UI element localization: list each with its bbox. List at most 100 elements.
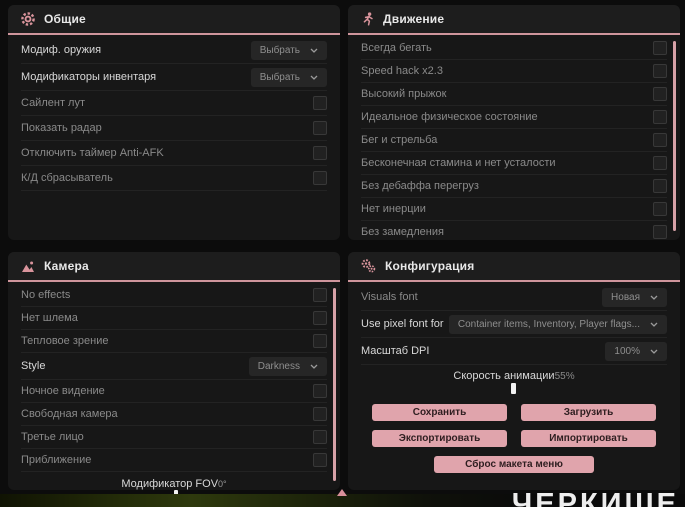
setting-label: Тепловое зрение — [21, 335, 109, 347]
config-buttons-row-1: Сохранить Загрузить — [361, 404, 667, 421]
setting-row-no-slowdown: Без замедления — [361, 221, 667, 243]
panel-general: Общие Модиф. оружия Выбрать Модификаторы… — [8, 5, 340, 240]
setting-row-speed-hack: Speed hack x2.3 — [361, 60, 667, 83]
import-button[interactable]: Импортировать — [521, 430, 656, 447]
anti-afk-checkbox[interactable] — [313, 146, 327, 160]
setting-label: Приближение — [21, 454, 92, 466]
pixel-font-dropdown[interactable]: Container items, Inventory, Player flags… — [448, 314, 667, 334]
setting-row-silent-loot: Сайлент лут — [21, 91, 327, 116]
setting-row-run-and-shoot: Бег и стрельба — [361, 129, 667, 152]
panel-config-rows: Visuals font Новая Use pixel font for Co… — [348, 282, 680, 473]
style-dropdown[interactable]: Darkness — [248, 356, 327, 376]
setting-label: Без замедления — [361, 226, 444, 238]
animation-speed-handle[interactable] — [511, 382, 516, 394]
zoom-checkbox[interactable] — [313, 453, 327, 467]
silent-loot-checkbox[interactable] — [313, 96, 327, 110]
infinite-stamina-checkbox[interactable] — [653, 156, 667, 170]
load-button[interactable]: Загрузить — [521, 404, 656, 421]
setting-label: Ночное видение — [21, 385, 105, 397]
weapon-mod-dropdown[interactable]: Выбрать — [250, 40, 327, 60]
panel-general-rows: Модиф. оружия Выбрать Модификаторы инвен… — [8, 35, 340, 191]
panel-config-header: Конфигурация — [348, 252, 680, 282]
setting-label: Скорость анимации — [453, 370, 555, 382]
setting-label: Отключить таймер Anti-AFK — [21, 147, 164, 159]
no-helmet-checkbox[interactable] — [313, 311, 327, 325]
cursor-icon — [337, 489, 347, 496]
run-and-shoot-checkbox[interactable] — [653, 133, 667, 147]
setting-label: Модификаторы инвентаря — [21, 71, 157, 83]
perfect-condition-checkbox[interactable] — [653, 110, 667, 124]
setting-label: No effects — [21, 289, 71, 301]
setting-row-no-overload: Без дебаффа перегруз — [361, 175, 667, 198]
reset-menu-layout-button[interactable]: Сброс макета меню — [434, 456, 594, 473]
setting-label: Нет шлема — [21, 312, 78, 324]
high-jump-checkbox[interactable] — [653, 87, 667, 101]
setting-row-always-run: Всегда бегать — [361, 37, 667, 60]
save-button[interactable]: Сохранить — [372, 404, 507, 421]
night-vision-checkbox[interactable] — [313, 384, 327, 398]
visuals-font-dropdown[interactable]: Новая — [602, 287, 667, 307]
config-buttons-row-2: Экспортировать Импортировать — [361, 430, 667, 447]
export-button[interactable]: Экспортировать — [372, 430, 507, 447]
setting-row-show-radar: Показать радар — [21, 116, 327, 141]
panel-movement-header: Движение — [348, 5, 680, 35]
inventory-mods-dropdown[interactable]: Выбрать — [250, 67, 327, 87]
watermark-text: ЧЕРКИШЕ — [511, 488, 679, 507]
setting-row-infinite-stamina: Бесконечная стамина и нет усталости — [361, 152, 667, 175]
thermal-vision-checkbox[interactable] — [313, 334, 327, 348]
panel-camera-rows: No effects Нет шлема Тепловое зрение Sty… — [8, 282, 340, 502]
movement-scrollbar[interactable] — [673, 41, 676, 231]
panel-movement: Движение Всегда бегать Speed hack x2.3 В… — [348, 5, 680, 240]
setting-row-pixel-font: Use pixel font for Container items, Inve… — [361, 311, 667, 338]
camera-scrollbar[interactable] — [333, 288, 336, 481]
setting-row-free-camera: Свободная камера — [21, 403, 327, 426]
image-icon — [21, 260, 35, 273]
setting-label: Use pixel font for — [361, 318, 444, 330]
panel-movement-rows: Всегда бегать Speed hack x2.3 Высокий пр… — [348, 35, 680, 243]
no-inertia-checkbox[interactable] — [653, 202, 667, 216]
chevron-down-icon — [650, 322, 658, 327]
setting-label: Высокий прыжок — [361, 88, 447, 100]
setting-label: Модиф. оружия — [21, 44, 102, 56]
no-slowdown-checkbox[interactable] — [653, 225, 667, 239]
setting-row-zoom: Приближение — [21, 449, 327, 472]
setting-label: Сайлент лут — [21, 97, 85, 109]
setting-row-high-jump: Высокий прыжок — [361, 83, 667, 106]
setting-row-style: Style Darkness — [21, 353, 327, 380]
animation-speed-value: 55% — [554, 370, 575, 382]
panel-config: Конфигурация Visuals font Новая Use pixe… — [348, 252, 680, 490]
no-overload-checkbox[interactable] — [653, 179, 667, 193]
free-camera-checkbox[interactable] — [313, 407, 327, 421]
third-person-checkbox[interactable] — [313, 430, 327, 444]
panel-title: Камера — [44, 259, 89, 273]
setting-label: Нет инерции — [361, 203, 426, 215]
always-run-checkbox[interactable] — [653, 41, 667, 55]
show-radar-checkbox[interactable] — [313, 121, 327, 135]
setting-row-no-helmet: Нет шлема — [21, 307, 327, 330]
chevron-down-icon — [310, 75, 318, 80]
no-effects-checkbox[interactable] — [313, 288, 327, 302]
panel-camera: Камера No effects Нет шлема Тепловое зре… — [8, 252, 340, 500]
config-buttons-row-3: Сброс макета меню — [361, 456, 667, 473]
setting-label: Без дебаффа перегруз — [361, 180, 479, 192]
setting-label: Всегда бегать — [361, 42, 432, 54]
speed-hack-checkbox[interactable] — [653, 64, 667, 78]
chevron-down-icon — [310, 48, 318, 53]
panel-title: Движение — [383, 12, 445, 26]
setting-row-third-person: Третье лицо — [21, 426, 327, 449]
setting-row-perfect-condition: Идеальное физическое состояние — [361, 106, 667, 129]
setting-label: Идеальное физическое состояние — [361, 111, 538, 123]
setting-label: Масштаб DPI — [361, 345, 430, 357]
cheat-menu-screen: Общие Модиф. оружия Выбрать Модификаторы… — [0, 0, 685, 507]
chevron-down-icon — [650, 349, 658, 354]
panel-title: Конфигурация — [385, 259, 475, 273]
setting-label: Style — [21, 360, 46, 372]
setting-row-visuals-font: Visuals font Новая — [361, 284, 667, 311]
setting-label: Модификатор FOV — [121, 477, 219, 490]
dpi-scale-dropdown[interactable]: 100% — [605, 341, 667, 361]
gears-icon — [361, 259, 376, 273]
setting-row-anti-afk: Отключить таймер Anti-AFK — [21, 141, 327, 166]
cd-reset-checkbox[interactable] — [313, 171, 327, 185]
runner-icon — [361, 12, 374, 26]
chevron-down-icon — [310, 364, 318, 369]
